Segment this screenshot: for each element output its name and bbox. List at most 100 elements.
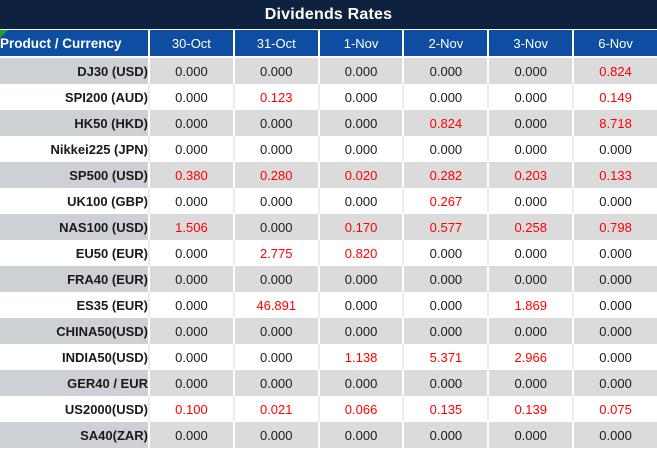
dividend-value-cell: 0.135	[402, 396, 488, 422]
dividend-value-cell: 0.020	[317, 162, 403, 188]
dividend-value-cell: 0.000	[148, 318, 233, 344]
dividend-value-cell: 0.000	[487, 188, 573, 214]
dividend-value-cell: 1.869	[487, 292, 573, 318]
dividend-value-cell: 0.000	[232, 214, 318, 240]
table-row: SA40(ZAR) 0.000 0.000 0.000 0.000 0.000 0.000	[0, 422, 657, 448]
dividend-value-cell: 0.000	[148, 370, 233, 396]
dividend-value-cell: 0.000	[572, 318, 657, 344]
dividend-value-cell: 0.000	[572, 266, 657, 292]
table-row: DJ30 (USD) 0.000 0.000 0.000 0.000 0.000 0.824	[0, 58, 657, 84]
dividend-value-cell: 0.280	[232, 162, 318, 188]
dividend-value-cell: 0.000	[487, 370, 573, 396]
dividend-value-cell: 0.798	[572, 214, 657, 240]
dividend-value-cell: 0.203	[487, 162, 573, 188]
date-column-header: 3-Nov	[487, 30, 573, 58]
dividend-value-cell: 0.000	[232, 110, 318, 136]
dividend-value-cell: 0.000	[232, 136, 318, 162]
dividend-value-cell: 0.000	[232, 266, 318, 292]
dividend-value-cell: 0.000	[148, 110, 233, 136]
dividend-value-cell: 8.718	[572, 110, 657, 136]
dividend-value-cell: 0.000	[148, 422, 233, 448]
dividend-value-cell: 0.000	[148, 58, 233, 84]
product-cell: SPI200 (AUD)	[0, 84, 148, 110]
product-cell: ES35 (EUR)	[0, 292, 148, 318]
dividend-value-cell: 0.000	[317, 370, 403, 396]
dividend-value-cell: 0.000	[317, 110, 403, 136]
date-column-header: 1-Nov	[317, 30, 403, 58]
product-cell: CHINA50(USD)	[0, 318, 148, 344]
dividend-value-cell: 0.000	[572, 136, 657, 162]
dividend-value-cell: 0.000	[317, 292, 403, 318]
product-cell: US2000(USD)	[0, 396, 148, 422]
dividend-value-cell: 0.282	[402, 162, 488, 188]
dividend-value-cell: 0.000	[232, 370, 318, 396]
dividend-value-cell: 0.824	[572, 58, 657, 84]
dividend-value-cell: 0.000	[317, 318, 403, 344]
product-cell: FRA40 (EUR)	[0, 266, 148, 292]
product-cell: Nikkei225 (JPN)	[0, 136, 148, 162]
table-row: GER40 / EUR 0.000 0.000 0.000 0.000 0.000 0.00…	[0, 370, 657, 396]
dividend-value-cell: 0.075	[572, 396, 657, 422]
dividend-value-cell: 0.021	[232, 396, 318, 422]
dividend-value-cell: 2.775	[232, 240, 318, 266]
dividends-rates-table: Product / Currency 30-Oct 31-Oct 1-Nov 2-No…	[0, 30, 657, 448]
dividend-value-cell: 0.258	[487, 214, 573, 240]
dividend-value-cell: 0.000	[317, 136, 403, 162]
header-row: Product / Currency 30-Oct 31-Oct 1-Nov 2-No…	[0, 30, 657, 58]
product-currency-header-label: Product / Currency	[0, 35, 122, 51]
dividend-value-cell: 0.149	[572, 84, 657, 110]
dividend-value-cell: 0.267	[402, 188, 488, 214]
table-row: HK50 (HKD) 0.000 0.000 0.000 0.824 0.000 8.718	[0, 110, 657, 136]
dividend-value-cell: 0.000	[402, 240, 488, 266]
product-cell: SP500 (USD)	[0, 162, 148, 188]
table-row: CHINA50(USD) 0.000 0.000 0.000 0.000 0.000 0.0…	[0, 318, 657, 344]
table-row: ES35 (EUR) 0.000 46.891 0.000 0.000 1.869 0.00…	[0, 292, 657, 318]
table-row: SP500 (USD) 0.380 0.280 0.020 0.282 0.203 0.13…	[0, 162, 657, 188]
dividend-value-cell: 0.000	[487, 136, 573, 162]
dividend-value-cell: 0.000	[487, 266, 573, 292]
dividend-value-cell: 0.000	[572, 240, 657, 266]
dividend-value-cell: 0.170	[317, 214, 403, 240]
product-cell: DJ30 (USD)	[0, 58, 148, 84]
dividend-value-cell: 0.139	[487, 396, 573, 422]
dividend-value-cell: 5.371	[402, 344, 488, 370]
dividend-value-cell: 0.133	[572, 162, 657, 188]
dividend-value-cell: 0.000	[317, 84, 403, 110]
dividend-value-cell: 0.066	[317, 396, 403, 422]
dividend-value-cell: 0.000	[317, 422, 403, 448]
product-cell: UK100 (GBP)	[0, 188, 148, 214]
product-cell: EU50 (EUR)	[0, 240, 148, 266]
dividend-value-cell: 0.000	[572, 188, 657, 214]
date-column-header: 30-Oct	[148, 30, 233, 58]
date-column-header: 2-Nov	[402, 30, 488, 58]
date-column-header: 6-Nov	[572, 30, 657, 58]
dividend-value-cell: 0.000	[148, 292, 233, 318]
dividend-value-cell: 0.000	[232, 422, 318, 448]
dividend-value-cell: 0.824	[402, 110, 488, 136]
dividend-value-cell: 0.000	[232, 344, 318, 370]
dividend-value-cell: 0.380	[148, 162, 233, 188]
dividend-value-cell: 0.000	[487, 84, 573, 110]
dividend-value-cell: 0.000	[402, 84, 488, 110]
dividend-value-cell: 0.000	[572, 370, 657, 396]
date-column-header: 31-Oct	[232, 30, 318, 58]
dividend-value-cell: 0.000	[572, 422, 657, 448]
table-row: NAS100 (USD) 1.506 0.000 0.170 0.577 0.258 0.7…	[0, 214, 657, 240]
dividend-value-cell: 0.000	[487, 240, 573, 266]
dividend-value-cell: 0.000	[148, 344, 233, 370]
table-row: SPI200 (AUD) 0.000 0.123 0.000 0.000 0.000 0.1…	[0, 84, 657, 110]
dividend-value-cell: 0.000	[572, 344, 657, 370]
dividends-rates-window: Dividends Rates Product / Currency 30-Oc…	[0, 0, 657, 450]
page-title-text: Dividends Rates	[264, 5, 393, 23]
dividend-value-cell: 0.000	[148, 136, 233, 162]
dividend-value-cell: 46.891	[232, 292, 318, 318]
dividend-value-cell: 0.000	[232, 318, 318, 344]
dividend-value-cell: 1.138	[317, 344, 403, 370]
dividend-value-cell: 0.000	[148, 84, 233, 110]
dividend-value-cell: 1.506	[148, 214, 233, 240]
dividend-value-cell: 0.000	[402, 58, 488, 84]
dividend-value-cell: 0.000	[572, 292, 657, 318]
product-cell: NAS100 (USD)	[0, 214, 148, 240]
dividend-value-cell: 0.000	[148, 188, 233, 214]
page-title: Dividends Rates	[0, 0, 657, 30]
